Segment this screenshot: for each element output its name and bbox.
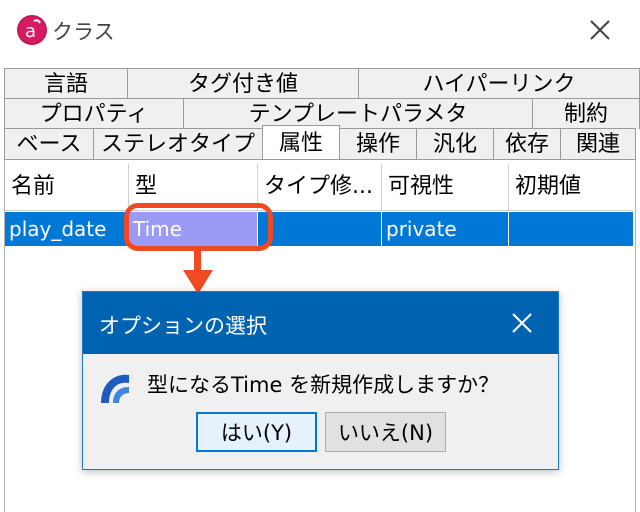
- tab-attributes[interactable]: 属性: [262, 125, 340, 160]
- cell-name[interactable]: play_date: [5, 212, 129, 246]
- dialog-titlebar: オプションの選択: [83, 292, 558, 354]
- tab-dependency[interactable]: 依存: [493, 128, 561, 159]
- tab-properties[interactable]: プロパティ: [4, 98, 184, 129]
- cell-modifier[interactable]: [258, 212, 382, 246]
- class-window: a クラス 言語 タグ付き値 ハイパーリンク プロパティ テンプレートパラメタ …: [0, 0, 640, 512]
- tab-constraints[interactable]: 制約: [532, 98, 640, 129]
- annotation-highlight: [124, 203, 273, 251]
- column-header-name[interactable]: 名前: [5, 164, 129, 210]
- cell-visibility[interactable]: private: [382, 212, 509, 246]
- astah-logo-icon: a: [17, 15, 47, 45]
- close-icon[interactable]: [585, 15, 615, 45]
- dialog-close-icon[interactable]: [508, 309, 536, 337]
- grid-header: 名前 型 タイプ修... 可視性 初期値: [5, 164, 633, 211]
- no-button[interactable]: いいえ(N): [325, 412, 446, 452]
- tab-operations[interactable]: 操作: [339, 128, 417, 159]
- column-header-modifier[interactable]: タイプ修...: [258, 164, 382, 210]
- tab-strip: 言語 タグ付き値 ハイパーリンク プロパティ テンプレートパラメタ 制約 ベース…: [0, 62, 640, 160]
- dialog-message: 型になるTime を新規作成しますか？: [147, 373, 500, 397]
- tab-language[interactable]: 言語: [4, 68, 128, 99]
- tab-tagged-values[interactable]: タグ付き値: [127, 68, 359, 99]
- tab-base[interactable]: ベース: [4, 128, 94, 159]
- tab-generalization[interactable]: 汎化: [416, 128, 494, 159]
- cell-initial[interactable]: [509, 212, 633, 246]
- window-titlebar: a クラス: [0, 0, 640, 62]
- window-title: クラス: [52, 20, 115, 44]
- yes-button[interactable]: はい(Y): [196, 412, 317, 452]
- tab-hyperlink[interactable]: ハイパーリンク: [358, 68, 640, 99]
- table-row[interactable]: play_date Time private: [5, 212, 633, 246]
- astah-question-icon: [95, 369, 133, 407]
- column-header-initial[interactable]: 初期値: [509, 164, 633, 210]
- tab-template-parameters[interactable]: テンプレートパラメタ: [183, 98, 533, 129]
- tab-stereotype[interactable]: ステレオタイプ: [93, 128, 263, 159]
- dialog-body: 型になるTime を新規作成しますか？ はい(Y) いいえ(N): [83, 354, 558, 469]
- dialog-title: オプションの選択: [99, 314, 267, 338]
- svg-text:a: a: [25, 21, 36, 42]
- tab-association[interactable]: 関連: [560, 128, 636, 159]
- tab-row-3: ベース ステレオタイプ 属性 操作 汎化 依存 関連: [4, 125, 640, 160]
- tab-row-1: 言語 タグ付き値 ハイパーリンク: [4, 68, 640, 100]
- column-header-visibility[interactable]: 可視性: [382, 164, 509, 210]
- annotation-arrow-shaft: [194, 251, 201, 271]
- option-select-dialog: オプションの選択 型になるTime を新規作成しますか？ はい(Y) いいえ(N…: [82, 291, 559, 470]
